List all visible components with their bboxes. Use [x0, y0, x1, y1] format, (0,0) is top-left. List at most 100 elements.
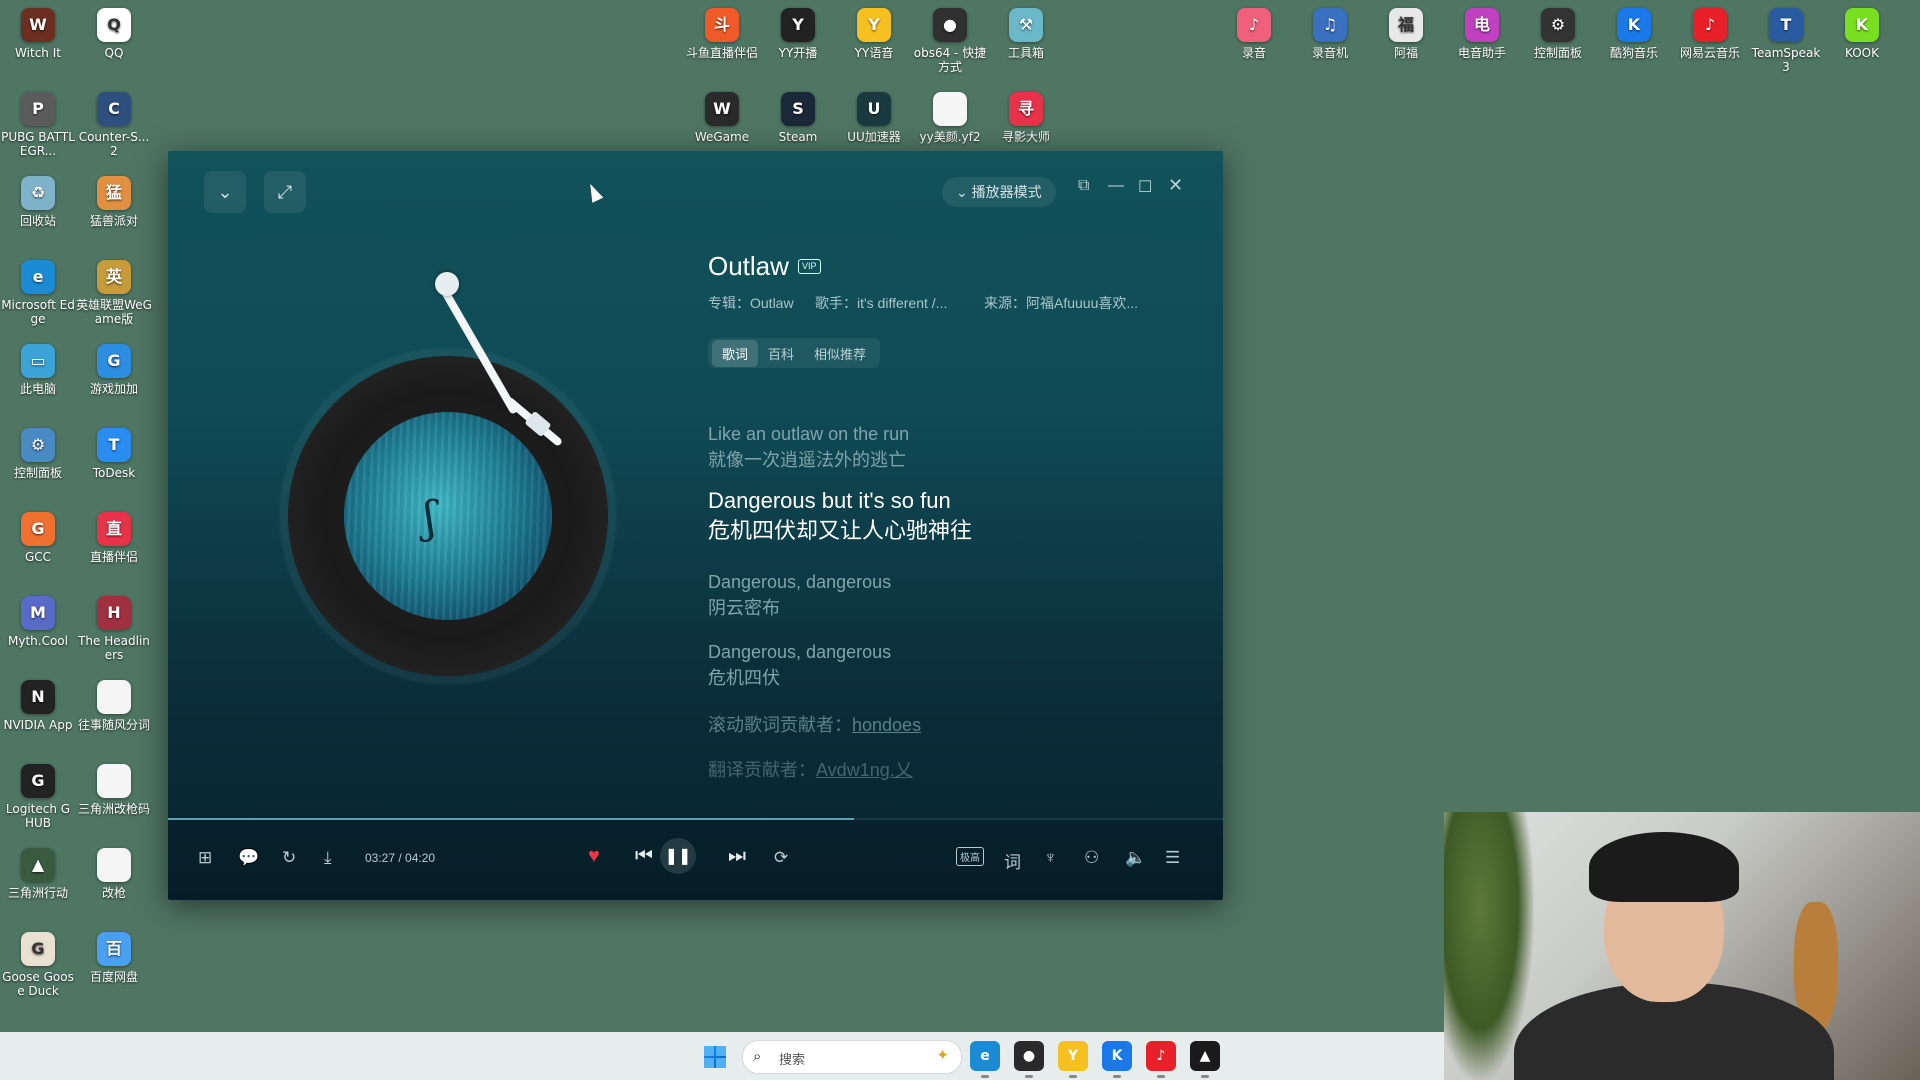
desktop-shortcut[interactable]: ♪ 网易云音乐 — [1672, 8, 1748, 60]
desktop-shortcut[interactable]: K KOOK — [1824, 8, 1900, 60]
add-to-playlist-icon[interactable]: ⊞ — [198, 848, 212, 868]
desktop-shortcut[interactable]: ▭ 此电脑 — [0, 344, 76, 396]
desktop-shortcut[interactable]: yy美颜.yf2 — [912, 92, 988, 144]
pause-button[interactable]: ❚❚ — [660, 838, 696, 874]
listen-together-icon[interactable]: ⚇ — [1084, 848, 1099, 868]
desktop-shortcut[interactable]: 福阿福 — [1368, 8, 1444, 60]
desktop-shortcut[interactable]: G Goose Goose Duck — [0, 932, 76, 998]
close-icon[interactable]: ✕ — [1168, 175, 1183, 196]
desktop-shortcut[interactable]: N NVIDIA App — [0, 680, 76, 732]
lyric-current-en[interactable]: Dangerous but it's so fun — [708, 486, 951, 516]
cover-glyph: ʃ — [424, 492, 436, 543]
album-link[interactable]: 专辑：Outlaw — [708, 293, 794, 313]
desktop-shortcut[interactable]: 百百度网盘 — [76, 932, 152, 984]
desktop-shortcut[interactable]: G GCC — [0, 512, 76, 564]
repeat-icon[interactable]: ⟳ — [774, 848, 788, 868]
netease-music-icon[interactable]: ♪ — [1146, 1041, 1176, 1071]
desktop-shortcut[interactable]: S Steam — [760, 92, 836, 144]
desktop-shortcut[interactable]: 斗斗鱼直播伴侣 — [684, 8, 760, 60]
mini-mode-icon[interactable]: ⧉ — [1078, 177, 1089, 195]
sound-effects-icon[interactable]: ♆ — [1044, 848, 1057, 868]
desktop-shortcut[interactable]: ● obs64 - 快捷方式 — [912, 8, 988, 74]
nvidia-icon[interactable]: ▲ — [1190, 1041, 1220, 1071]
desktop-shortcut[interactable]: T ToDesk — [76, 428, 152, 480]
desktop-shortcut[interactable]: 往事随风分词 — [76, 680, 152, 732]
obs-icon[interactable]: ● — [1014, 1041, 1044, 1071]
desktop-shortcut[interactable]: Q QQ — [76, 8, 152, 60]
desktop-shortcut[interactable]: ⚙ 控制面板 — [1520, 8, 1596, 60]
edge-icon: e — [21, 260, 55, 294]
desktop-shortcut[interactable]: T TeamSpeak 3 — [1748, 8, 1824, 74]
desktop-shortcut[interactable]: ⚙ 控制面板 — [0, 428, 76, 480]
desktop-shortcut[interactable]: 直直播伴侣 — [76, 512, 152, 564]
collapse-chevron-icon[interactable]: ⌄ — [204, 171, 246, 213]
lyric-next1-zh: 阴云密布 — [708, 598, 780, 618]
start-button[interactable] — [704, 1046, 726, 1068]
comments-icon[interactable]: 💬 — [238, 848, 259, 868]
text-file-icon — [97, 680, 131, 714]
youxi-jiajia-icon: G — [97, 344, 131, 378]
desktop-shortcut[interactable]: 英英雄联盟WeGame版 — [76, 260, 152, 326]
next-track-icon[interactable]: ⏭ — [728, 845, 746, 868]
desktop-shortcut[interactable]: W Witch It — [0, 8, 76, 60]
desktop-shortcut[interactable]: M Myth.Cool — [0, 596, 76, 648]
download-icon[interactable]: ⤓ — [324, 848, 332, 868]
lyrics-icon[interactable]: 词 — [1004, 848, 1021, 873]
lyric-next2-en[interactable]: Dangerous, dangerous — [708, 639, 891, 665]
quality-badge[interactable]: 极高 — [956, 847, 984, 866]
desktop-shortcut[interactable]: ⚒ 工具箱 — [988, 8, 1064, 60]
maximize-icon[interactable]: ☐ — [1138, 177, 1152, 197]
desktop-shortcut[interactable]: 寻寻影大师 — [988, 92, 1064, 144]
desktop-shortcut-label: 录音机 — [1311, 46, 1348, 60]
desktop-shortcut[interactable]: G Logitech G HUB — [0, 764, 76, 830]
kugou-icon[interactable]: K — [1102, 1041, 1132, 1071]
desktop-shortcut[interactable]: U UU加速器 — [836, 92, 912, 144]
desktop-shortcut[interactable]: ♪ 录音 — [1216, 8, 1292, 60]
artist-link[interactable]: 歌手：it's different /... — [815, 293, 947, 313]
share-icon[interactable]: ↻ — [282, 848, 296, 868]
desktop-shortcut[interactable]: Y YY开播 — [760, 8, 836, 60]
desktop-shortcut[interactable]: H The Headliners — [76, 596, 152, 662]
tab-2[interactable]: 相似推荐 — [804, 340, 876, 367]
running-indicator — [981, 1075, 989, 1078]
desktop-shortcut[interactable]: ▲ 三角洲行动 — [0, 848, 76, 900]
desktop-shortcut-label: Counter-S... 2 — [78, 130, 150, 158]
fullscreen-icon[interactable]: ⤢ — [264, 171, 306, 213]
volume-icon[interactable]: 🔈 — [1125, 848, 1146, 868]
desktop-shortcut[interactable]: C Counter-S... 2 — [76, 92, 152, 158]
copilot-sparkle-icon[interactable]: ✦ — [936, 1046, 949, 1064]
desktop-shortcut[interactable]: Y YY语音 — [836, 8, 912, 60]
desktop-shortcut[interactable]: 改枪 — [76, 848, 152, 900]
desktop-shortcut[interactable]: 三角洲改枪码 — [76, 764, 152, 816]
desktop-shortcut[interactable]: G 游戏加加 — [76, 344, 152, 396]
desktop-shortcut[interactable]: e Microsoft Edge — [0, 260, 76, 326]
sound-recorder-icon: ♫ — [1313, 8, 1347, 42]
tab-0[interactable]: 歌词 — [712, 339, 759, 367]
player-mode-button[interactable]: ⌄ 播放器模式 — [942, 177, 1056, 207]
desktop-shortcut[interactable]: 猛猛兽派对 — [76, 176, 152, 228]
lyric-next1-en[interactable]: Dangerous, dangerous — [708, 569, 891, 595]
like-heart-icon[interactable]: ♥ — [588, 845, 600, 868]
credit-translator-link[interactable]: Avdw1ng.乂 — [816, 760, 913, 780]
qq-icon: Q — [97, 8, 131, 42]
pubg-icon: P — [21, 92, 55, 126]
search-box[interactable]: ⌕ 搜索 ✦ — [742, 1040, 962, 1074]
desktop-shortcut[interactable]: W WeGame — [684, 92, 760, 144]
desktop-shortcut[interactable]: K 酷狗音乐 — [1596, 8, 1672, 60]
source-link[interactable]: 来源：阿福Afuuuu喜欢... — [984, 293, 1138, 313]
edge-icon[interactable]: e — [970, 1041, 1000, 1071]
file-icon — [933, 92, 967, 126]
search-input[interactable]: 搜索 — [779, 1049, 805, 1068]
lyric-credit: 滚动歌词贡献者：hondoes — [708, 715, 922, 735]
desktop-shortcut[interactable]: ♻ 回收站 — [0, 176, 76, 228]
credit-hondoes-link[interactable]: hondoes — [852, 715, 921, 735]
minimize-icon[interactable]: — — [1108, 177, 1124, 195]
lyric-prev-en[interactable]: Like an outlaw on the run — [708, 421, 909, 447]
playlist-icon[interactable]: ☰ — [1165, 848, 1180, 868]
yy-voice-icon[interactable]: Y — [1058, 1041, 1088, 1071]
desktop-shortcut[interactable]: P PUBG BATTLEGR... — [0, 92, 76, 158]
tab-1[interactable]: 百科 — [758, 340, 804, 367]
desktop-shortcut[interactable]: ♫ 录音机 — [1292, 8, 1368, 60]
desktop-shortcut[interactable]: 电电音助手 — [1444, 8, 1520, 60]
previous-track-icon[interactable]: ⏮ — [635, 845, 653, 868]
